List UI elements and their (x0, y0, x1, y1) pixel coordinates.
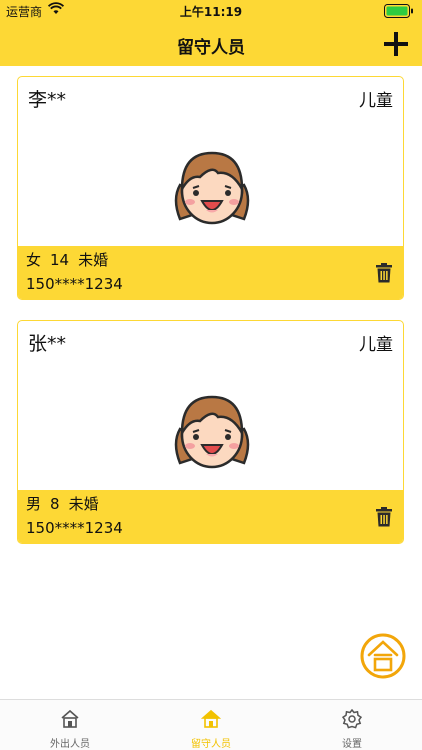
avatar-girl-icon (174, 395, 250, 469)
plus-icon[interactable] (380, 28, 412, 60)
house-icon (61, 709, 79, 728)
person-details: 男 8 未婚 (26, 493, 108, 514)
person-age: 14 (50, 251, 70, 269)
person-age: 8 (50, 495, 60, 513)
battery-icon (384, 4, 413, 18)
person-phone: 150****1234 (26, 519, 123, 537)
person-gender: 男 (26, 495, 42, 513)
tab-label: 外出人员 (50, 739, 90, 750)
person-phone: 150****1234 (26, 275, 123, 293)
he-character-icon[interactable] (360, 633, 406, 679)
tab-label: 设置 (342, 739, 362, 750)
tab-left-behind[interactable]: 留守人员 (141, 700, 281, 750)
trash-icon[interactable] (375, 263, 393, 283)
status-time: 上午11:19 (179, 5, 243, 19)
tab-label: 留守人员 (191, 739, 231, 750)
nav-bar: 留守人员 (0, 22, 422, 66)
page-title: 留守人员 (177, 38, 245, 58)
person-info-bar: 男 8 未婚 150****1234 (18, 490, 403, 543)
person-type: 儿童 (359, 335, 393, 355)
person-gender: 女 (26, 251, 42, 269)
trash-icon[interactable] (375, 507, 393, 527)
person-name: 张** (28, 333, 67, 355)
gear-icon (342, 709, 362, 729)
person-card[interactable]: 李** 儿童 女 14 未婚 150****1234 (17, 76, 404, 300)
status-bar: 运营商 上午11:19 (0, 0, 422, 22)
person-details: 女 14 未婚 (26, 249, 117, 270)
person-type: 儿童 (359, 91, 393, 111)
tab-bar: 外出人员 留守人员 设置 (0, 699, 422, 750)
tab-outgoing[interactable]: 外出人员 (0, 700, 140, 750)
tab-settings[interactable]: 设置 (282, 700, 422, 750)
person-marital: 未婚 (68, 495, 99, 513)
person-card[interactable]: 张** 儿童 男 8 未婚 150****1234 (17, 320, 404, 544)
person-name: 李** (28, 89, 67, 111)
person-info-bar: 女 14 未婚 150****1234 (18, 246, 403, 299)
person-marital: 未婚 (78, 251, 109, 269)
avatar-girl-icon (174, 151, 250, 225)
house-icon (201, 709, 221, 728)
